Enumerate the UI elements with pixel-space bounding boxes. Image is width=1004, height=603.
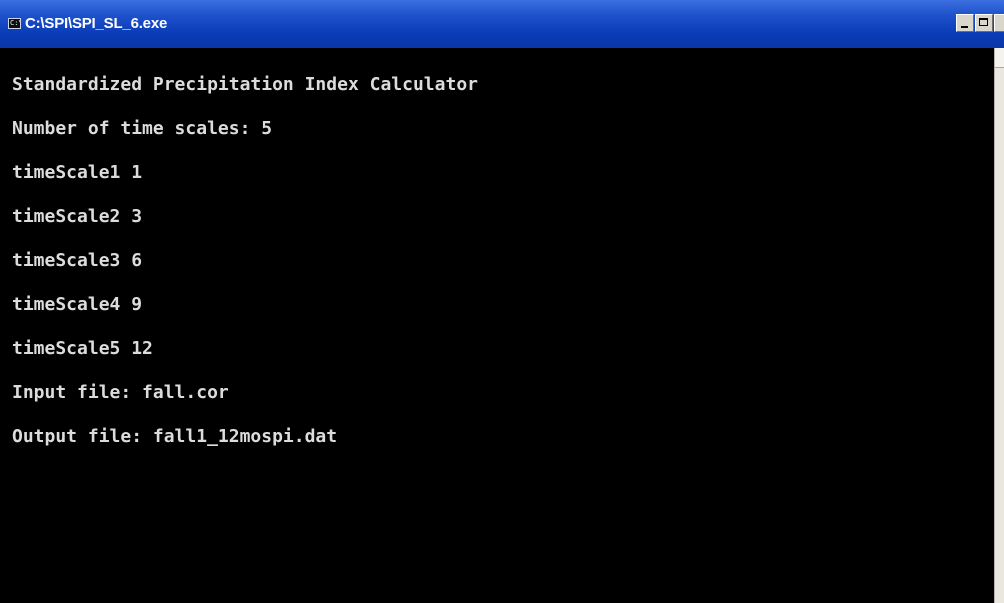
maximize-button[interactable] (975, 14, 993, 32)
time-scale-1-line: timeScale1 1 (12, 162, 143, 183)
minimize-button[interactable] (956, 14, 974, 32)
time-scale-3-line: timeScale3 6 (12, 250, 143, 271)
window-title: C:\SPI\SPI_SL_6.exe (25, 15, 168, 32)
minimize-icon (961, 26, 968, 28)
console-output[interactable]: Standardized Precipitation Index Calcula… (0, 48, 994, 603)
vertical-scrollbar[interactable] (994, 48, 1004, 603)
time-scale-count-line: Number of time scales: 5 (12, 118, 273, 139)
close-button[interactable] (994, 14, 1004, 32)
maximize-icon (979, 18, 988, 26)
program-title-line: Standardized Precipitation Index Calcula… (12, 74, 478, 95)
time-scale-4-line: timeScale4 9 (12, 294, 143, 315)
time-scale-2-line: timeScale2 3 (12, 206, 143, 227)
time-scale-5-line: timeScale5 12 (12, 338, 153, 359)
console-window: C:\ C:\SPI\SPI_SL_6.exe Standardized Pre… (0, 0, 1004, 603)
input-file-line: Input file: fall.cor (12, 382, 229, 403)
title-bar[interactable]: C:\ C:\SPI\SPI_SL_6.exe (0, 0, 1004, 48)
output-file-line: Output file: fall1_12mospi.dat (12, 426, 338, 447)
console-window-icon[interactable]: C:\ (8, 18, 21, 29)
scroll-up-arrow-icon[interactable] (995, 48, 1004, 68)
